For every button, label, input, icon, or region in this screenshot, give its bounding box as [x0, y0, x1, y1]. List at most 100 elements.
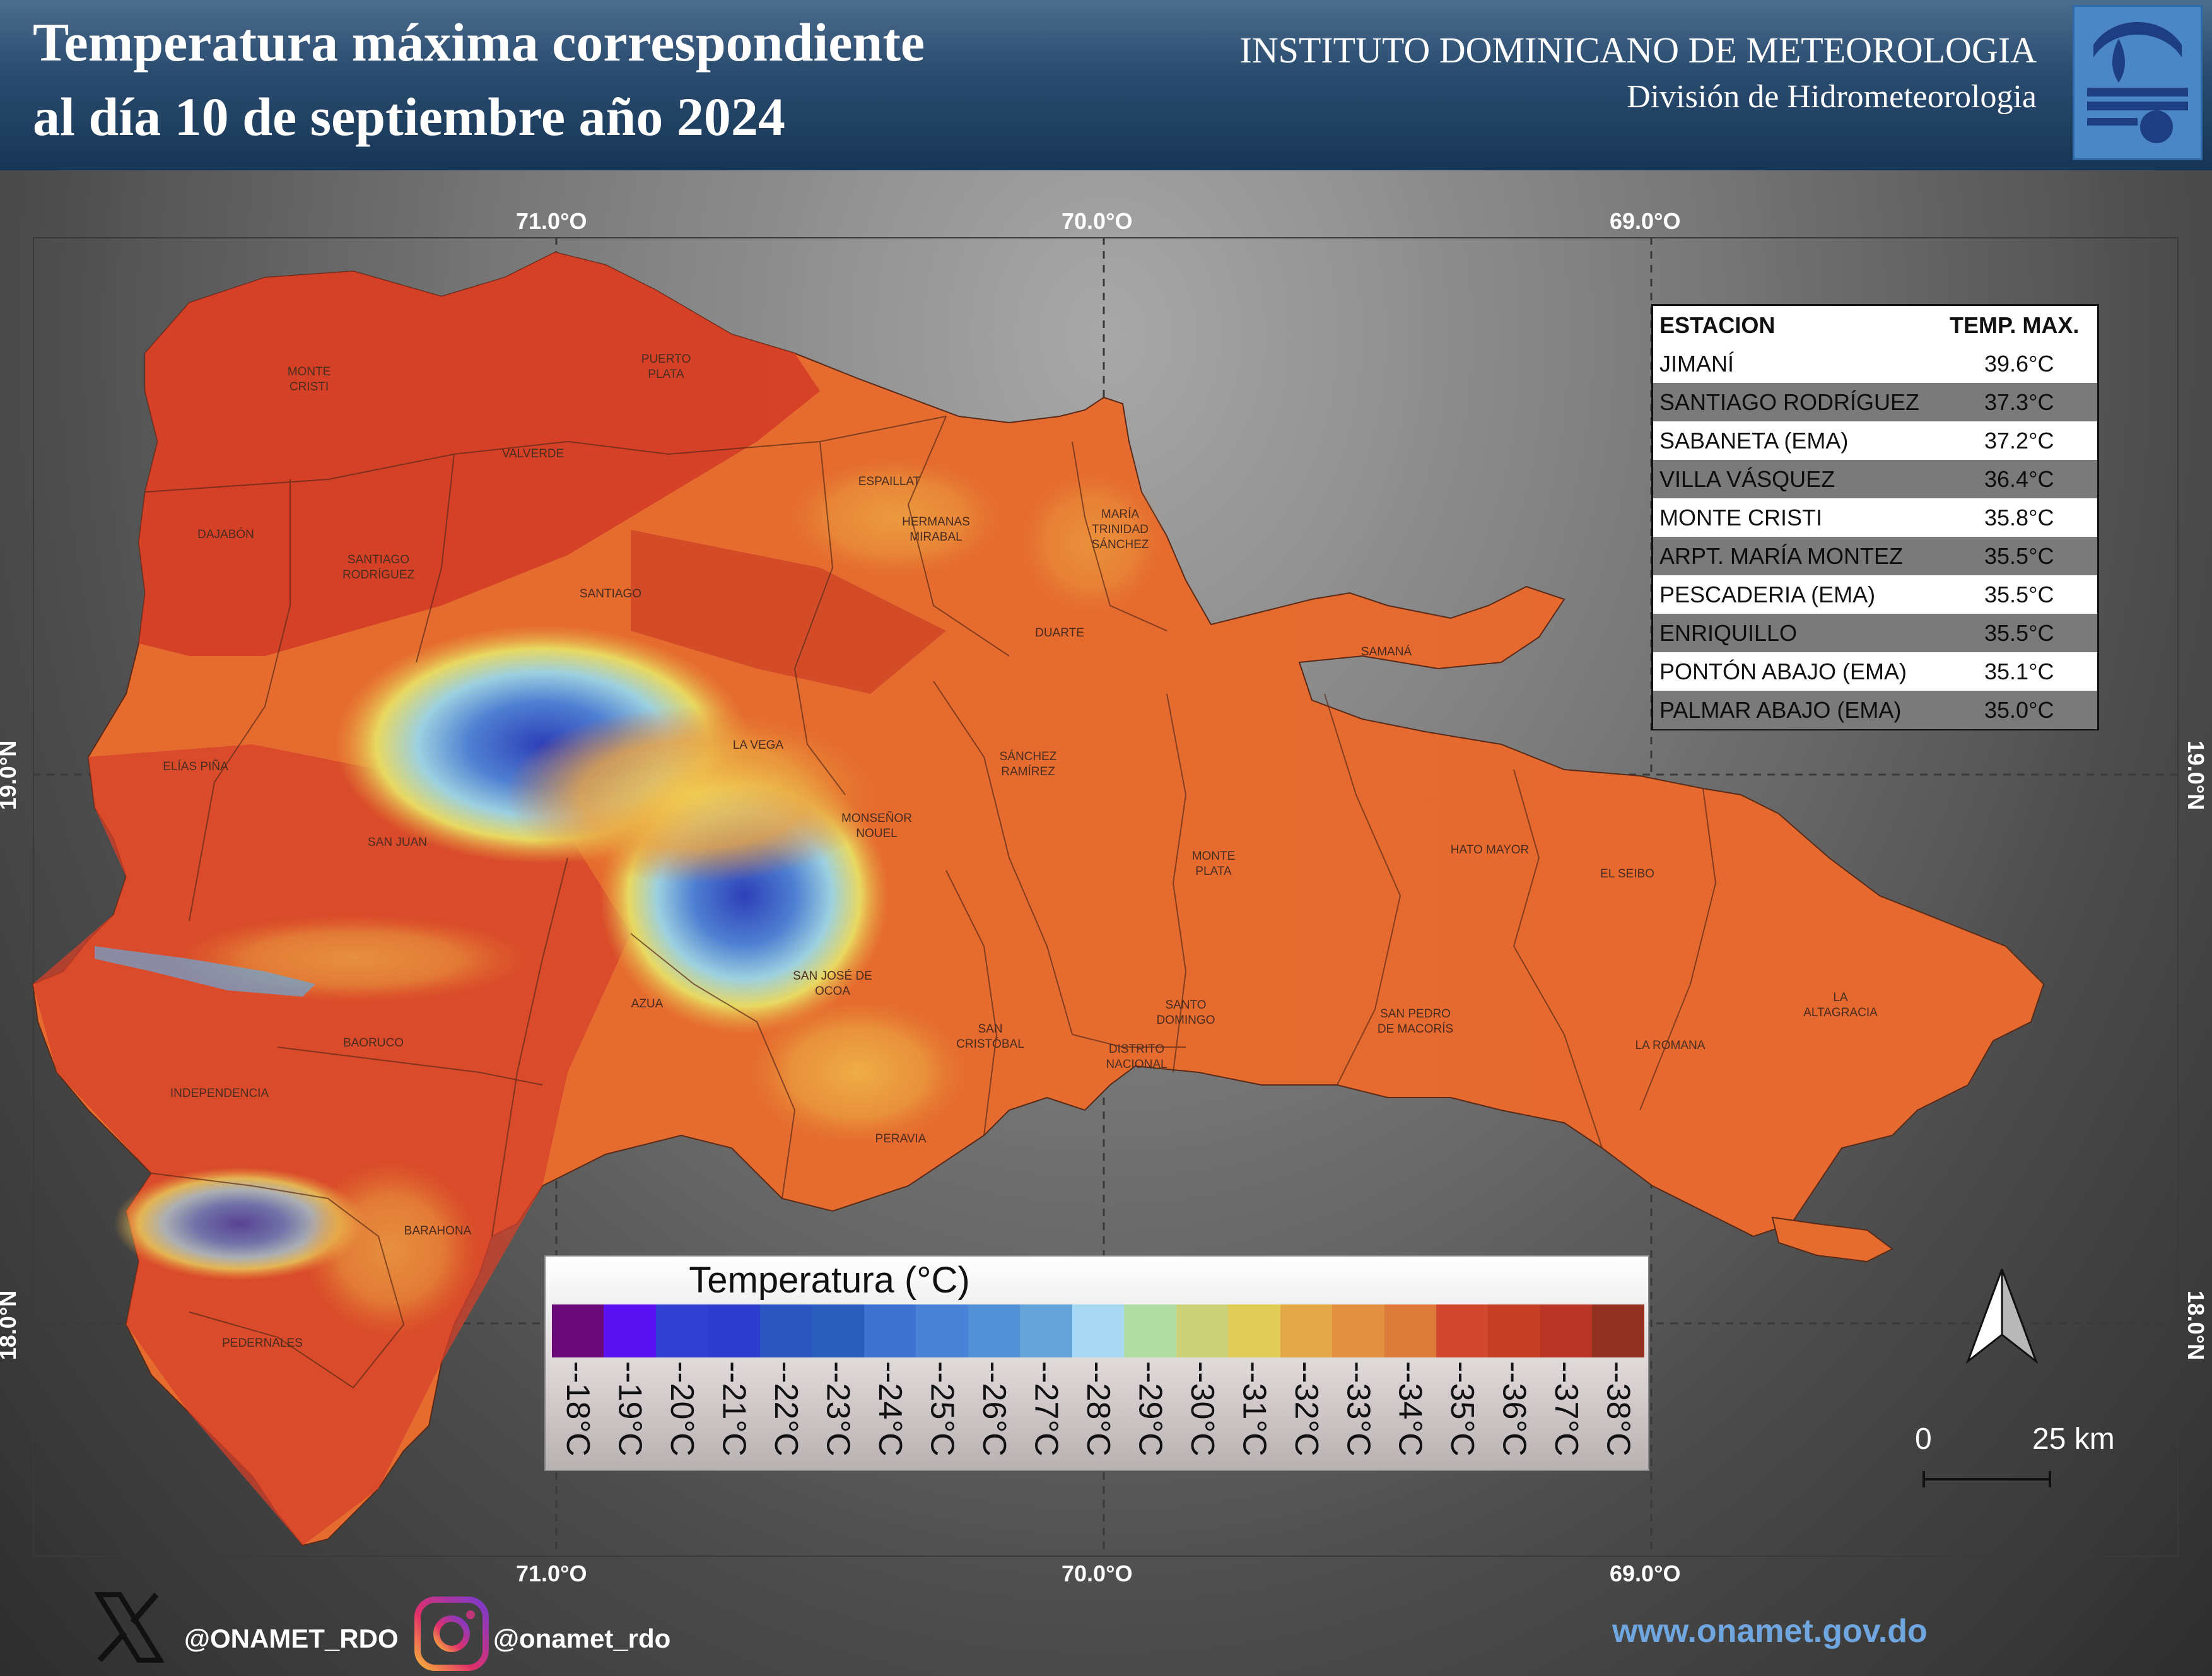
station-temp: 36.4°C — [1984, 466, 2054, 492]
scale-bar — [1922, 1471, 2051, 1487]
legend-label-cell: --25°C — [916, 1357, 968, 1468]
place-label: SANTIAGO RODRÍGUEZ — [342, 553, 414, 582]
place-label: PEDERNALES — [222, 1337, 303, 1350]
legend-label-cell: --20°C — [656, 1357, 708, 1468]
place-label: VALVERDE — [501, 447, 565, 460]
place-label: DISTRITO NACIONAL — [1106, 1043, 1167, 1071]
legend-label: --22°C — [768, 1361, 805, 1456]
legend-swatch — [1488, 1304, 1540, 1357]
legend-label-cell: --29°C — [1124, 1357, 1176, 1468]
legend-swatch — [552, 1304, 604, 1357]
place-label: ESPAILLAT — [858, 475, 921, 488]
place-label: BAORUCO — [342, 1036, 404, 1050]
legend-swatch — [759, 1304, 812, 1357]
legend-swatch — [1020, 1304, 1072, 1357]
legend-label: --35°C — [1444, 1361, 1481, 1456]
legend-label: --28°C — [1079, 1361, 1116, 1456]
legend-label: --25°C — [923, 1361, 961, 1456]
station-temp: 35.0°C — [1984, 697, 2054, 723]
table-row: PALMAR ABAJO (EMA) 35.0°C — [1653, 691, 2097, 729]
legend-label: --38°C — [1600, 1361, 1637, 1456]
legend-labels: --18°C --19°C --20°C --21°C --22°C --23°C --24… — [552, 1357, 1644, 1468]
place-label: SANTIAGO — [579, 587, 642, 601]
legend-swatch — [604, 1304, 656, 1357]
place-label: INDEPENDENCIA — [170, 1087, 269, 1100]
legend-label-cell: --24°C — [864, 1357, 916, 1468]
legend-label: --26°C — [975, 1361, 1012, 1456]
place-label: DUARTE — [1035, 626, 1084, 640]
legend-label-cell: --26°C — [968, 1357, 1020, 1468]
legend-label: --36°C — [1495, 1361, 1533, 1456]
legend-label: --20°C — [664, 1361, 701, 1456]
station-name: PESCADERIA (EMA) — [1659, 582, 1876, 607]
place-label: LA ROMANA — [1635, 1039, 1706, 1052]
table-row: PONTÓN ABAJO (EMA) 35.1°C — [1653, 652, 2097, 691]
legend-label-cell: --22°C — [760, 1357, 812, 1468]
place-label: PUERTO PLATA — [641, 353, 691, 381]
legend-label: --18°C — [559, 1361, 597, 1456]
legend-label-cell: --34°C — [1384, 1357, 1436, 1468]
station-name: SANTIAGO RODRÍGUEZ — [1659, 389, 1920, 415]
station-temp: 37.3°C — [1984, 389, 2054, 415]
website-link[interactable]: www.onamet.gov.do — [1612, 1612, 1928, 1650]
legend-swatch — [1072, 1304, 1125, 1357]
table-header: ESTACION TEMP. MAX. — [1653, 306, 2097, 344]
legend-label-cell: --37°C — [1540, 1357, 1592, 1468]
station-temp: 35.5°C — [1984, 582, 2054, 607]
legend-label-cell: --23°C — [812, 1357, 863, 1468]
place-label: HATO MAYOR — [1450, 843, 1530, 857]
legend-label: --27°C — [1027, 1361, 1065, 1456]
station-temp: 35.5°C — [1984, 620, 2054, 646]
station-temp: 35.8°C — [1984, 505, 2054, 530]
legend-label-cell: --32°C — [1280, 1357, 1332, 1468]
place-label: MARÍA TRINIDAD SÁNCHEZ — [1091, 508, 1149, 551]
station-name: VILLA VÁSQUEZ — [1659, 466, 1835, 492]
legend-label: --32°C — [1287, 1361, 1325, 1456]
place-label: BARAHONA — [404, 1224, 472, 1238]
legend-label: --29°C — [1132, 1361, 1169, 1456]
legend-swatch — [1540, 1304, 1593, 1357]
legend-label: --33°C — [1340, 1361, 1377, 1456]
instagram-icon[interactable] — [414, 1596, 489, 1672]
x-handle-link[interactable]: @ONAMET_RDO — [184, 1624, 399, 1654]
legend-swatch — [1228, 1304, 1280, 1357]
place-label: MONTE CRISTI — [287, 365, 331, 394]
legend-swatch — [863, 1304, 916, 1357]
place-label: ELÍAS PIÑA — [163, 760, 228, 773]
place-label: SAN CRISTÓBAL — [956, 1023, 1024, 1051]
place-label: SÁNCHEZ RAMÍREZ — [999, 750, 1057, 778]
legend-label-cell: --35°C — [1436, 1357, 1488, 1468]
x-logo-icon[interactable] — [95, 1592, 164, 1663]
place-label: SAMANÁ — [1361, 645, 1412, 659]
place-label: PERAVIA — [875, 1132, 927, 1146]
table-row: PESCADERIA (EMA) 35.5°C — [1653, 575, 2097, 614]
legend-swatch — [1384, 1304, 1436, 1357]
place-label: SAN JOSÉ DE OCOA — [793, 970, 872, 998]
legend-swatch — [1436, 1304, 1489, 1357]
instagram-handle-link[interactable]: @onamet_rdo — [493, 1624, 670, 1654]
place-label: DAJABÓN — [197, 528, 254, 541]
station-name: SABANETA (EMA) — [1659, 428, 1849, 454]
header-station: ESTACION — [1659, 312, 1776, 338]
station-name: PALMAR ABAJO (EMA) — [1659, 697, 1902, 723]
table-row: ARPT. MARÍA MONTEZ 35.5°C — [1653, 537, 2097, 575]
legend-swatch — [968, 1304, 1021, 1357]
legend-title: Temperatura (°C) — [689, 1260, 970, 1301]
legend-swatch — [655, 1304, 708, 1357]
legend-label-cell: --18°C — [552, 1357, 604, 1468]
station-temp: 35.1°C — [1984, 659, 2054, 684]
station-name: ARPT. MARÍA MONTEZ — [1659, 543, 1904, 569]
legend-label-cell: --36°C — [1488, 1357, 1540, 1468]
place-label: SAN JUAN — [368, 836, 427, 849]
legend-label-cell: --38°C — [1592, 1357, 1644, 1468]
station-name: MONTE CRISTI — [1659, 505, 1822, 530]
table-row: MONTE CRISTI 35.8°C — [1653, 498, 2097, 537]
place-label: SANTO DOMINGO — [1156, 999, 1215, 1027]
legend-swatch — [812, 1304, 864, 1357]
station-name: ENRIQUILLO — [1659, 620, 1798, 646]
legend-label-cell: --21°C — [708, 1357, 759, 1468]
legend-swatch — [1280, 1304, 1333, 1357]
legend-label-cell: --19°C — [604, 1357, 655, 1468]
station-name: PONTÓN ABAJO (EMA) — [1659, 659, 1907, 684]
legend-label-cell: --28°C — [1072, 1357, 1124, 1468]
